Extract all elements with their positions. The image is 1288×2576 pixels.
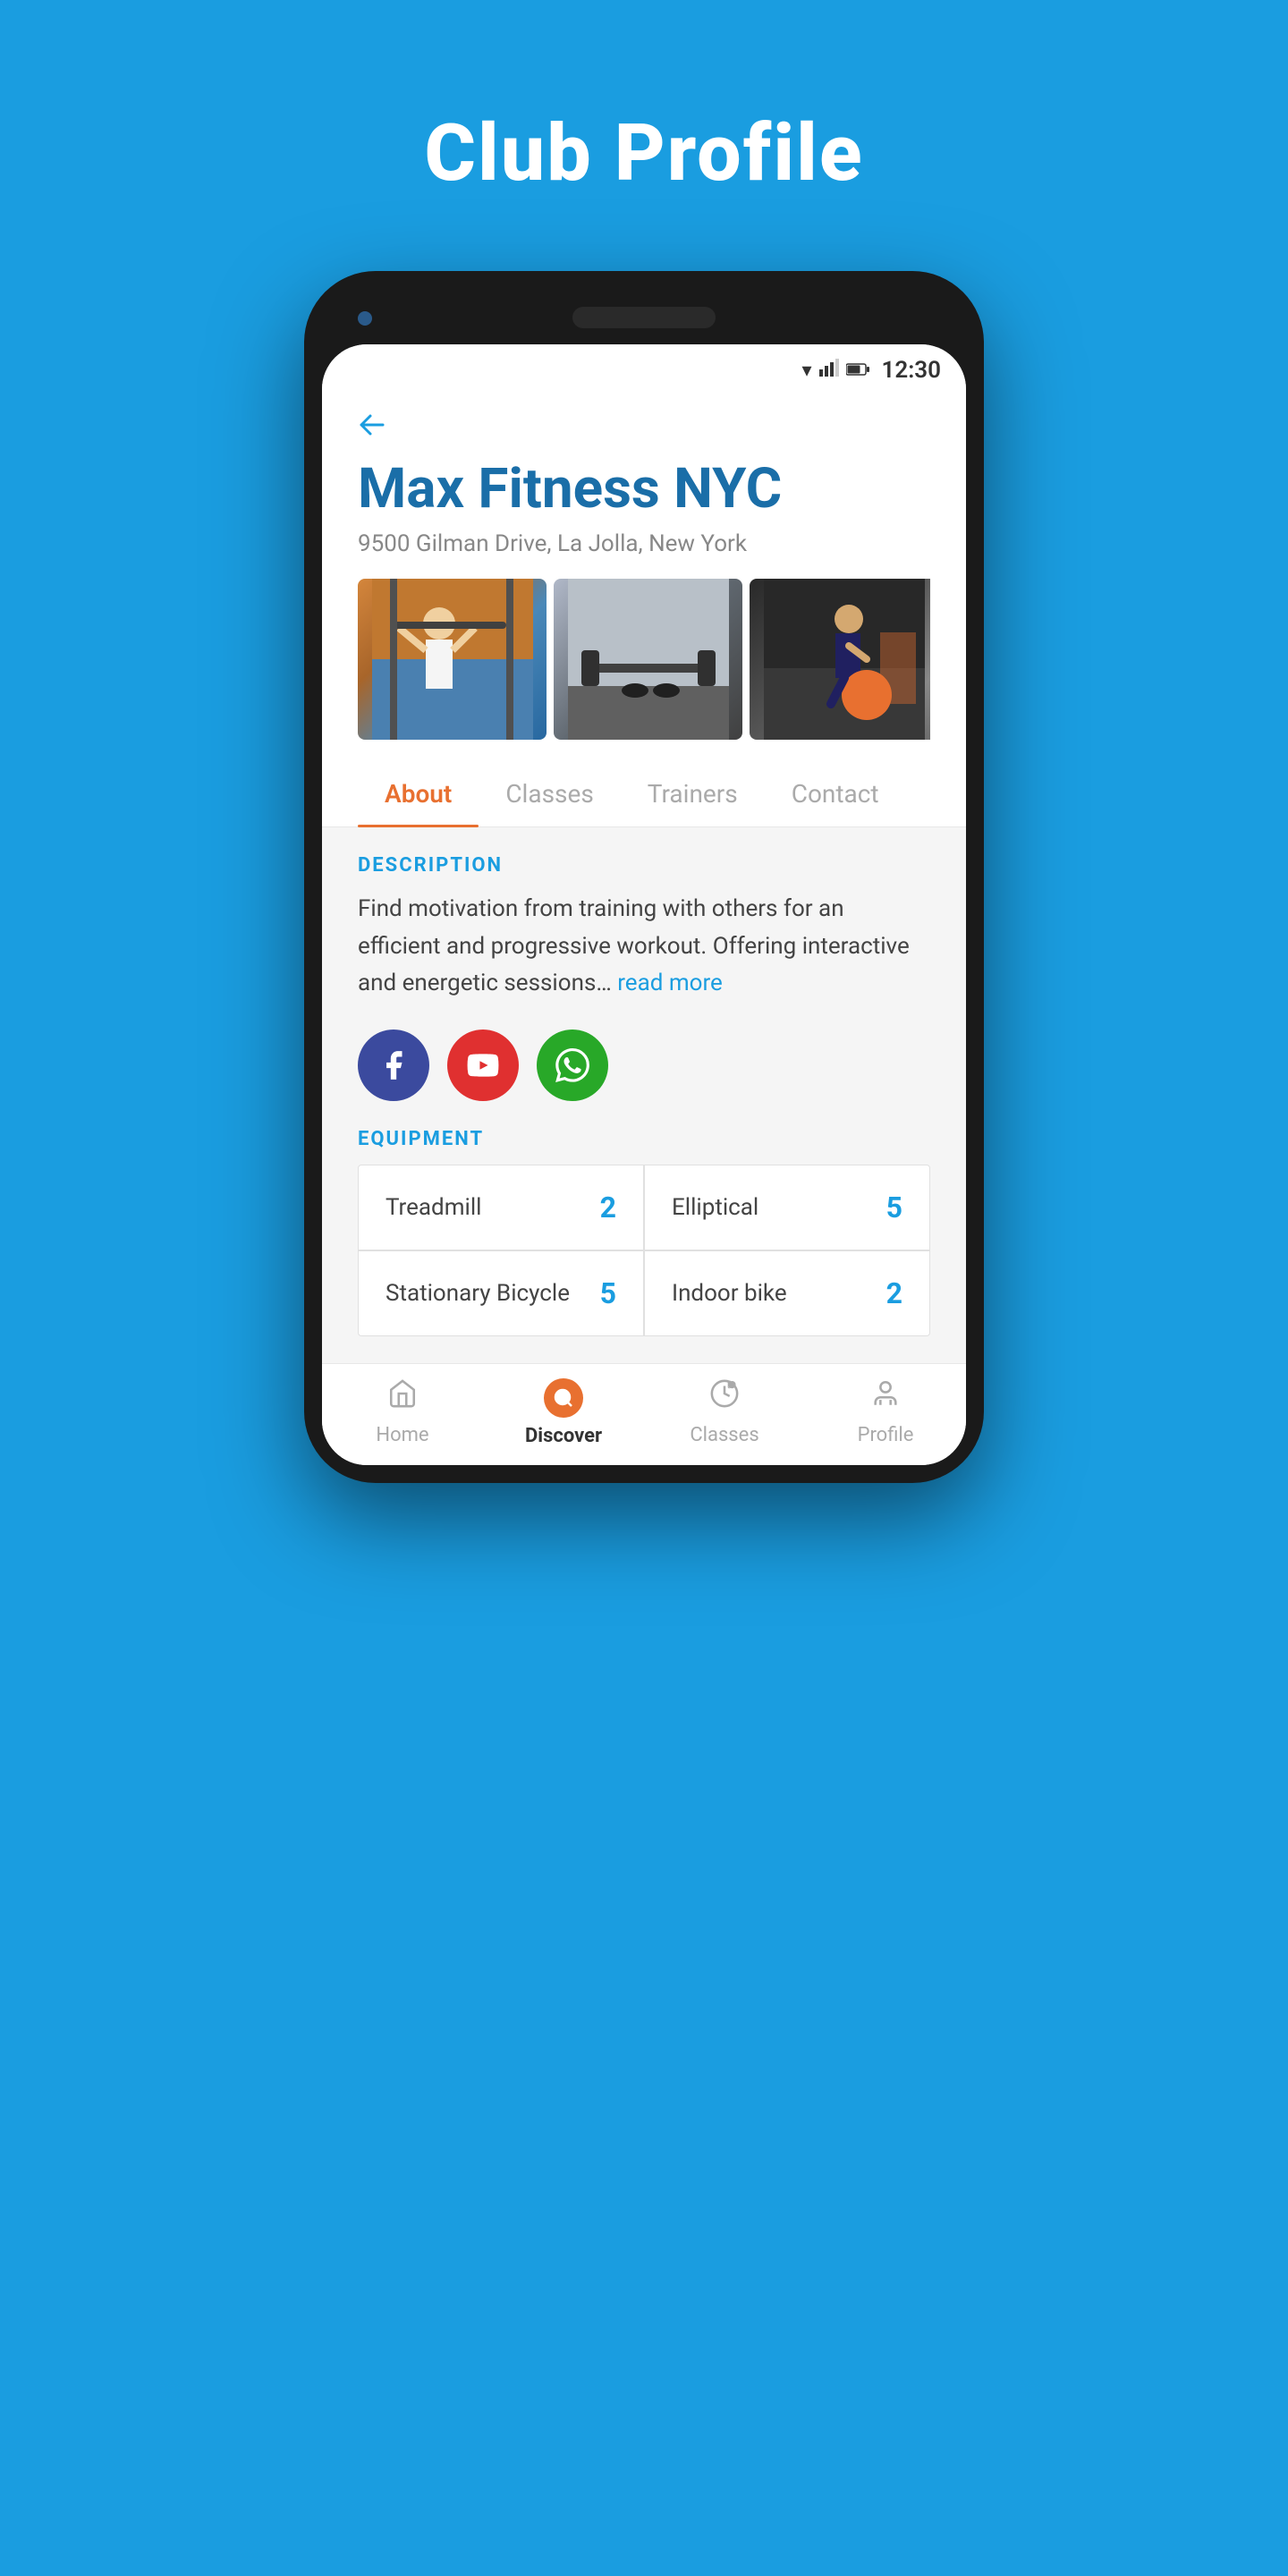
equipment-cell-treadmill: Treadmill 2 (359, 1165, 643, 1250)
tab-trainers[interactable]: Trainers (621, 761, 765, 826)
equipment-name-elliptical: Elliptical (672, 1194, 758, 1221)
gym-image-2 (554, 579, 742, 740)
status-time: 12:30 (882, 357, 942, 384)
equipment-cell-stationary: Stationary Bicycle 5 (359, 1251, 643, 1335)
equipment-count-elliptical: 5 (886, 1191, 902, 1224)
equipment-cell-indoor: Indoor bike 2 (645, 1251, 929, 1335)
classes-label: Classes (690, 1424, 758, 1446)
tab-classes[interactable]: Classes (479, 761, 620, 826)
read-more-link[interactable]: read more (617, 970, 723, 996)
equipment-count-treadmill: 2 (600, 1191, 616, 1224)
page-title: Club Profile (424, 107, 863, 199)
photo-2 (554, 579, 742, 740)
home-icon (387, 1378, 418, 1417)
about-section: DESCRIPTION Find motivation from trainin… (322, 827, 966, 1363)
discover-icon (544, 1378, 583, 1418)
svg-text:!: ! (728, 1381, 730, 1390)
equipment-grid: Treadmill 2 Elliptical 5 Stationary Bicy… (358, 1165, 930, 1336)
phone-speaker (572, 307, 716, 328)
social-buttons (358, 1030, 930, 1101)
youtube-button[interactable] (447, 1030, 519, 1101)
gym-image-3 (750, 579, 930, 740)
battery-icon (846, 360, 869, 382)
home-label: Home (376, 1424, 428, 1446)
equipment-count-stationary: 5 (600, 1276, 616, 1310)
description-label: DESCRIPTION (358, 854, 930, 877)
bottom-nav: Home Discover ! (322, 1363, 966, 1465)
phone-camera (358, 311, 372, 326)
equipment-name-indoor: Indoor bike (672, 1280, 787, 1307)
wifi-icon: ▾ (801, 360, 811, 382)
discover-label: Discover (525, 1425, 602, 1447)
equipment-label: EQUIPMENT (358, 1128, 930, 1150)
photos-strip (358, 579, 930, 740)
equipment-name-treadmill: Treadmill (386, 1194, 482, 1221)
facebook-button[interactable] (358, 1030, 429, 1101)
photo-1 (358, 579, 547, 740)
phone-frame: ▾ 12:30 Max Fitness NYC 9500 Gilman (304, 271, 984, 1483)
status-icons: ▾ (801, 359, 869, 382)
club-address: 9500 Gilman Drive, La Jolla, New York (358, 530, 930, 557)
back-button[interactable] (358, 411, 386, 445)
tabs-bar: About Classes Trainers Contact (322, 761, 966, 827)
equipment-cell-elliptical: Elliptical 5 (645, 1165, 929, 1250)
classes-icon: ! (709, 1378, 740, 1417)
description-text: Find motivation from training with other… (358, 891, 930, 1003)
equipment-name-stationary: Stationary Bicycle (386, 1280, 570, 1307)
status-bar: ▾ 12:30 (322, 344, 966, 393)
tab-about[interactable]: About (358, 761, 479, 826)
app-content: Max Fitness NYC 9500 Gilman Drive, La Jo… (322, 393, 966, 740)
nav-discover[interactable]: Discover (483, 1378, 644, 1447)
profile-icon (870, 1378, 901, 1417)
signal-icon (819, 359, 839, 382)
nav-home[interactable]: Home (322, 1378, 483, 1447)
phone-screen: ▾ 12:30 Max Fitness NYC 9500 Gilman (322, 344, 966, 1465)
equipment-count-indoor: 2 (886, 1276, 902, 1310)
phone-top-bar (322, 298, 966, 344)
gym-image-1 (358, 579, 547, 740)
photo-3 (750, 579, 930, 740)
profile-label: Profile (858, 1424, 914, 1446)
tab-contact[interactable]: Contact (765, 761, 906, 826)
whatsapp-button[interactable] (537, 1030, 608, 1101)
nav-profile[interactable]: Profile (805, 1378, 966, 1447)
nav-classes[interactable]: ! Classes (644, 1378, 805, 1447)
club-name: Max Fitness NYC (358, 459, 930, 520)
